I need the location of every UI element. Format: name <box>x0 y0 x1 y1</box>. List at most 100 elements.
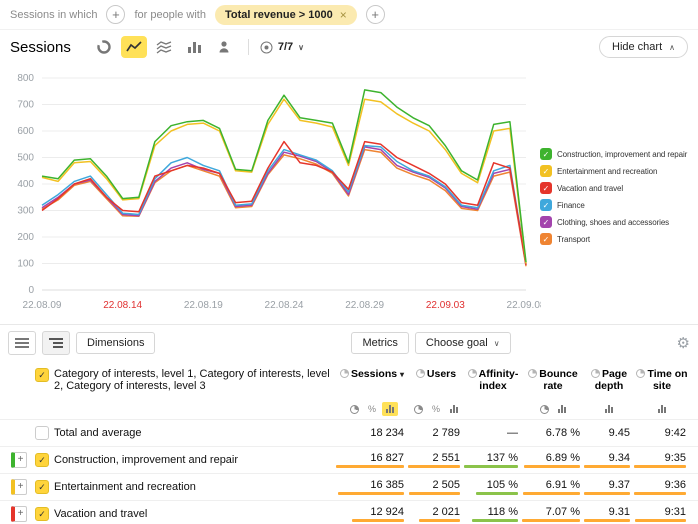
sessions-value: 12 924 <box>370 506 404 518</box>
sessions-value: 16 827 <box>370 452 404 464</box>
sessions-value: 16 385 <box>370 479 404 491</box>
metric-circle-icon[interactable] <box>340 369 349 378</box>
legend-checkbox[interactable]: ✓ <box>540 182 552 194</box>
legend-label: Entertainment and recreation <box>557 167 657 176</box>
tree-list-view-button[interactable] <box>42 331 70 355</box>
bounce-value: 6.89 % <box>546 452 580 464</box>
svg-text:100: 100 <box>17 259 34 270</box>
legend-checkbox[interactable]: ✓ <box>540 165 552 177</box>
audience-view-button[interactable] <box>211 36 237 58</box>
legend-item-entertainment[interactable]: ✓ Entertainment and recreation <box>540 165 687 177</box>
svg-text:0: 0 <box>28 285 34 296</box>
sessions-percent-toggle[interactable] <box>364 402 380 416</box>
depth-value: 9.37 <box>609 479 630 491</box>
legend-item-vacation[interactable]: ✓ Vacation and travel <box>540 182 687 194</box>
users-bar-toggle[interactable] <box>446 402 462 416</box>
remove-filter-icon[interactable]: × <box>340 8 347 22</box>
choose-goal-dropdown[interactable]: Choose goal ∨ <box>415 332 511 354</box>
check-icon: ✓ <box>543 201 550 210</box>
metric-display-toggles-row <box>0 399 698 419</box>
legend-checkbox[interactable]: ✓ <box>540 148 552 160</box>
metric-circle-icon[interactable] <box>591 369 600 378</box>
users-value: 2 789 <box>432 427 460 439</box>
column-header-bounce-rate[interactable]: Bounce rate <box>522 368 584 392</box>
metrics-button[interactable]: Metrics <box>351 332 408 354</box>
select-all-checkbox[interactable]: ✓ <box>35 368 49 382</box>
choose-goal-label: Choose goal <box>426 337 488 349</box>
dimensions-button[interactable]: Dimensions <box>76 332 155 354</box>
expand-row-button[interactable]: + <box>11 479 27 495</box>
metric-circle-icon[interactable] <box>636 369 645 378</box>
row-checkbox[interactable]: ✓ <box>35 507 49 521</box>
svg-text:22.08.09: 22.08.09 <box>23 300 62 311</box>
row-checkbox[interactable]: ✓ <box>35 453 49 467</box>
table-row-construction: + ✓ Construction, improvement and repair… <box>0 446 698 473</box>
column-header-sessions[interactable]: Sessions ▾ <box>336 368 408 381</box>
filter-chip-total-revenue[interactable]: Total revenue > 1000 × <box>215 5 357 25</box>
bounce-pie-toggle[interactable] <box>536 402 552 416</box>
column-label: Bounce rate <box>539 368 578 392</box>
legend-checkbox[interactable]: ✓ <box>540 199 552 211</box>
bounce-bar-toggle[interactable] <box>554 402 570 416</box>
table-row-vacation: + ✓ Vacation and travel 12 924 2 021 118… <box>0 500 698 524</box>
row-label: Total and average <box>54 427 336 439</box>
hide-chart-button[interactable]: Hide chart ∧ <box>599 36 688 58</box>
users-percent-toggle[interactable] <box>428 402 444 416</box>
legend-label: Construction, improvement and repair <box>557 150 687 159</box>
segments-dropdown[interactable]: 7/7 ∨ <box>260 41 304 54</box>
add-session-condition-button[interactable]: + <box>106 5 125 24</box>
pie-chart-view-button[interactable] <box>91 36 117 58</box>
row-checkbox[interactable] <box>35 426 49 440</box>
bars-icon <box>605 405 613 413</box>
gear-icon[interactable]: ⚙ <box>677 334 690 352</box>
check-icon: ✓ <box>38 370 46 381</box>
legend-label: Finance <box>557 201 585 210</box>
plus-icon: + <box>18 509 24 519</box>
row-checkbox[interactable]: ✓ <box>35 480 49 494</box>
svg-text:22.08.14: 22.08.14 <box>103 300 142 311</box>
svg-text:22.08.19: 22.08.19 <box>184 300 223 311</box>
legend-item-transport[interactable]: ✓ Transport <box>540 233 687 245</box>
row-label[interactable]: Construction, improvement and repair <box>54 454 336 466</box>
check-icon: ✓ <box>38 455 46 466</box>
legend-item-finance[interactable]: ✓ Finance <box>540 199 687 211</box>
chart-header: Sessions 7/7 ∨ Hide chart ∧ <box>0 30 698 64</box>
expand-row-button[interactable]: + <box>11 506 27 522</box>
add-people-condition-button[interactable]: + <box>366 5 385 24</box>
dimension-group-header[interactable]: Category of interests, level 1, Category… <box>54 368 330 392</box>
expand-row-button[interactable]: + <box>11 452 27 468</box>
sessions-value: 18 234 <box>370 427 404 439</box>
legend-checkbox[interactable]: ✓ <box>540 216 552 228</box>
metric-circle-icon[interactable] <box>468 369 477 378</box>
row-label[interactable]: Vacation and travel <box>54 508 336 520</box>
svg-text:600: 600 <box>17 126 34 137</box>
column-header-affinity-index[interactable]: Affinity-index <box>464 368 522 392</box>
column-label: Time on site <box>647 368 687 392</box>
users-pie-toggle[interactable] <box>410 402 426 416</box>
line-chart-view-button[interactable] <box>121 36 147 58</box>
metric-circle-icon[interactable] <box>416 369 425 378</box>
flat-list-view-button[interactable] <box>8 331 36 355</box>
column-chart-view-button[interactable] <box>181 36 207 58</box>
time-bar-toggle[interactable] <box>654 402 670 416</box>
metric-circle-icon[interactable] <box>528 369 537 378</box>
depth-value: 9.31 <box>609 506 630 518</box>
tree-icon <box>49 337 63 349</box>
check-icon: ✓ <box>543 218 550 227</box>
sessions-bar-toggle[interactable] <box>382 402 398 416</box>
column-header-users[interactable]: Users <box>408 368 464 380</box>
column-header-page-depth[interactable]: Page depth <box>584 368 634 392</box>
stacked-chart-view-button[interactable] <box>151 36 177 58</box>
column-header-time-on-site[interactable]: Time on site <box>634 368 690 392</box>
users-value: 2 551 <box>432 452 460 464</box>
sessions-pie-toggle[interactable] <box>346 402 362 416</box>
legend-checkbox[interactable]: ✓ <box>540 233 552 245</box>
legend-item-clothing[interactable]: ✓ Clothing, shoes and accessories <box>540 216 687 228</box>
percent-icon <box>368 403 376 415</box>
legend-item-construction[interactable]: ✓ Construction, improvement and repair <box>540 148 687 160</box>
table-header: ✓ Category of interests, level 1, Catego… <box>0 361 698 399</box>
depth-bar-toggle[interactable] <box>601 402 617 416</box>
svg-text:22.09.08: 22.09.08 <box>507 300 541 311</box>
column-label: Sessions <box>351 368 397 380</box>
row-label[interactable]: Entertainment and recreation <box>54 481 336 493</box>
